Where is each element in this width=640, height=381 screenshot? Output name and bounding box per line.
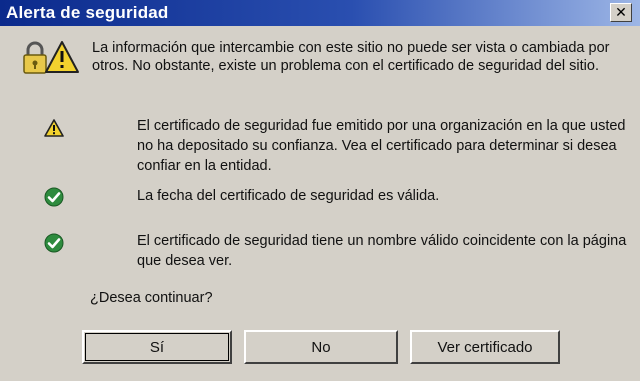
security-alert-dialog: Alerta de seguridad ✕ La información que… [0, 0, 640, 381]
security-lock-warning-icon [23, 41, 79, 74]
continue-question: ¿Desea continuar? [90, 290, 213, 306]
warning-triangle-icon [44, 119, 64, 137]
close-button[interactable]: ✕ [610, 3, 632, 22]
no-button[interactable]: No [244, 330, 398, 364]
intro-text: La información que intercambie con este … [92, 40, 610, 74]
title-bar[interactable]: Alerta de seguridad ✕ [0, 0, 640, 26]
check-item-date-valid: La fecha del certificado de seguridad es… [137, 188, 440, 204]
close-icon: ✕ [615, 4, 627, 20]
green-check-icon [44, 233, 64, 253]
green-check-icon [44, 187, 64, 207]
check-item-name-valid: El certificado de seguridad tiene un nom… [137, 233, 627, 269]
view-certificate-button[interactable]: Ver certificado [410, 330, 560, 364]
yes-button[interactable]: Sí [82, 330, 232, 364]
check-item-untrusted-issuer: El certificado de seguridad fue emitido … [137, 118, 626, 174]
window-title: Alerta de seguridad [6, 3, 169, 22]
